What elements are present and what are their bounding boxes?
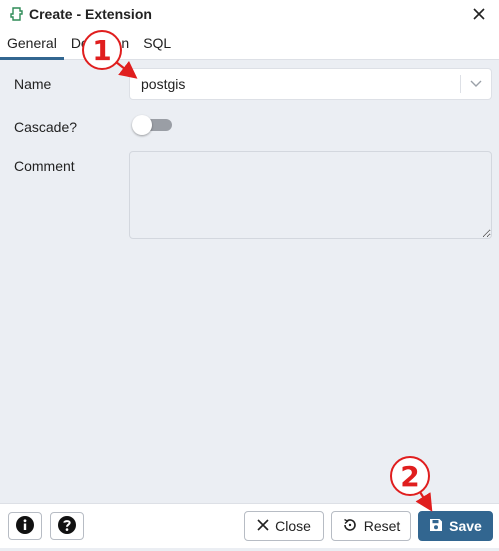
reset-button[interactable]: Reset xyxy=(331,511,411,541)
general-panel: Name postgis Cascade? Comment xyxy=(0,60,499,503)
help-icon xyxy=(57,515,77,538)
reset-icon xyxy=(342,517,358,536)
chevron-down-icon[interactable] xyxy=(461,69,491,99)
dialog-footer: Close Reset Save xyxy=(0,503,499,551)
toggle-knob xyxy=(132,115,152,135)
help-button[interactable] xyxy=(50,512,84,540)
name-select[interactable]: postgis xyxy=(129,68,492,100)
callout-step-2: 2 xyxy=(390,456,430,496)
close-x-icon xyxy=(257,518,269,534)
reset-button-label: Reset xyxy=(363,518,401,534)
info-button[interactable] xyxy=(8,512,42,540)
comment-textarea[interactable] xyxy=(129,151,492,239)
close-button[interactable]: Close xyxy=(244,511,324,541)
callout-step-1: 1 xyxy=(82,30,122,70)
save-icon xyxy=(429,518,443,535)
tab-general[interactable]: General xyxy=(0,28,64,60)
tab-bar: General Definition SQL xyxy=(0,28,499,60)
name-label: Name xyxy=(14,76,52,92)
info-icon xyxy=(15,515,35,538)
extension-icon xyxy=(10,6,24,22)
dialog-titlebar: Create - Extension xyxy=(0,0,499,28)
name-select-value: postgis xyxy=(141,76,186,92)
comment-label: Comment xyxy=(14,158,75,174)
cascade-label: Cascade? xyxy=(14,119,78,135)
close-icon[interactable] xyxy=(469,4,489,24)
dialog-title: Create - Extension xyxy=(29,6,152,22)
cascade-toggle[interactable] xyxy=(132,115,172,135)
tab-sql[interactable]: SQL xyxy=(136,28,178,60)
save-button-label: Save xyxy=(449,518,482,534)
close-button-label: Close xyxy=(275,518,311,534)
save-button[interactable]: Save xyxy=(418,511,493,541)
